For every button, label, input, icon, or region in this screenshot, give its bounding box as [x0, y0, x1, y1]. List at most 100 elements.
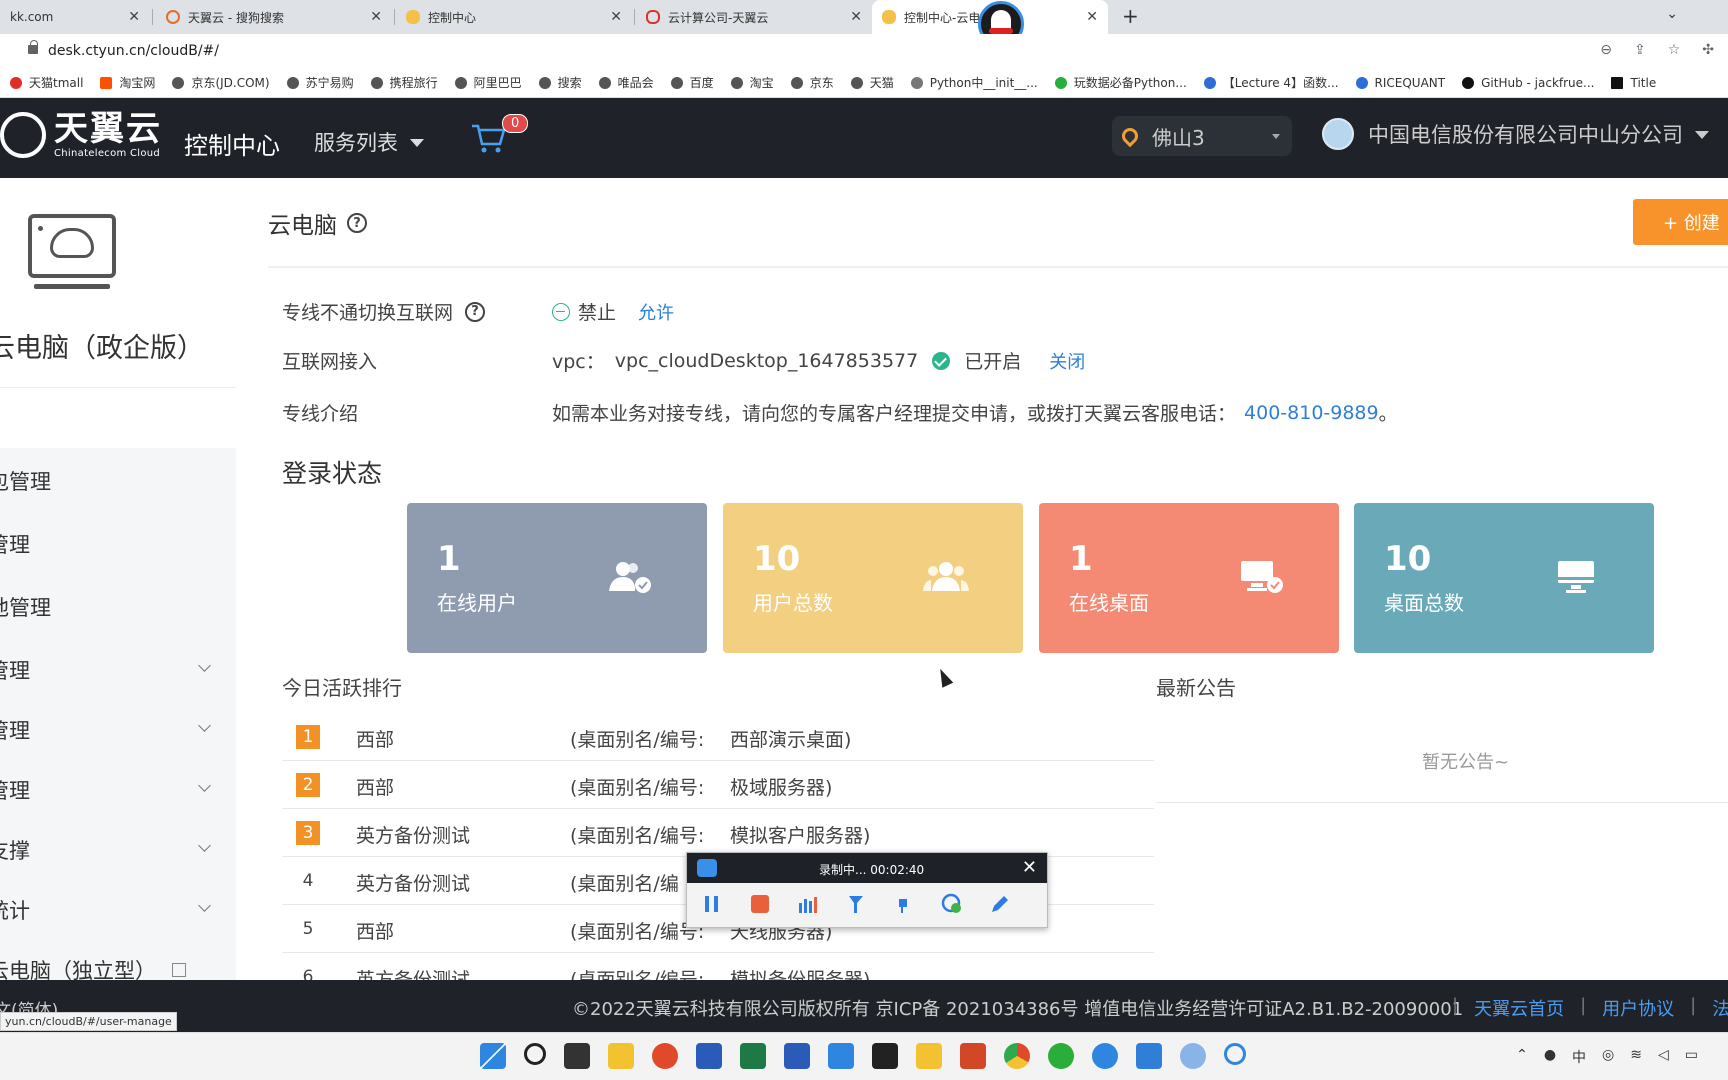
sidebar-item[interactable]: 包管理	[0, 452, 236, 510]
browser-tab[interactable]: 云计算公司-天翼云 ✕	[636, 0, 872, 34]
url-field[interactable]: desk.ctyun.cn/cloudB/#/	[48, 43, 219, 59]
bookmark-item[interactable]: 天猫tmall	[10, 74, 83, 91]
search-icon[interactable]	[524, 1043, 546, 1065]
rank-name: 西部	[356, 729, 395, 751]
bookmark-item[interactable]: 京东	[790, 74, 834, 91]
chevron-up-icon[interactable]: ⌃	[1516, 1047, 1528, 1067]
bookmark-item[interactable]: 京东(JD.COM)	[172, 74, 270, 91]
internet-access-label: 互联网接入	[282, 351, 378, 373]
browser-tab[interactable]: 天翼云 - 搜狗搜索 ✕	[156, 0, 392, 34]
extensions-icon[interactable]: ✣	[1702, 42, 1714, 58]
word-icon[interactable]	[784, 1043, 810, 1069]
console-title[interactable]: 控制中心	[184, 126, 280, 161]
sidebar-item[interactable]: 管理	[0, 761, 236, 819]
tab-search-chevron-icon[interactable]: ⌄	[1666, 6, 1678, 22]
bookmark-item[interactable]: 携程旅行	[370, 74, 438, 91]
close-icon[interactable]: ✕	[610, 9, 622, 25]
microphone-icon[interactable]	[845, 893, 867, 915]
app-icon[interactable]	[652, 1043, 678, 1069]
stat-card-total-users[interactable]: 10 用户总数	[723, 503, 1023, 653]
ctyun-logo[interactable]: 天翼云 Chinatelecom Cloud	[0, 110, 162, 159]
share-icon[interactable]: ⇪	[1634, 42, 1646, 58]
browser-tab[interactable]: 控制中心 ✕	[396, 0, 632, 34]
service-list-menu[interactable]: 服务列表	[314, 127, 424, 157]
task-view-icon[interactable]	[564, 1043, 590, 1069]
bookmark-item[interactable]: 玩数据必备Python...	[1054, 74, 1187, 91]
star-icon[interactable]: ☆	[1668, 42, 1681, 58]
stat-card-online-desktops[interactable]: 1 在线桌面	[1039, 503, 1339, 653]
bookmark-item[interactable]: 淘宝	[730, 74, 774, 91]
stat-value: 10	[753, 539, 801, 579]
close-icon[interactable]: ✕	[1086, 9, 1098, 25]
bookmark-item[interactable]: GitHub - jackfrue...	[1462, 76, 1594, 90]
bookmark-item[interactable]: 淘宝网	[100, 74, 155, 91]
cart-icon[interactable]	[470, 122, 506, 154]
bookmark-item[interactable]: 【Lecture 4】函数...	[1203, 74, 1339, 91]
sidebar-item[interactable]: 管理	[0, 701, 236, 759]
wechat-icon[interactable]	[1048, 1043, 1074, 1069]
help-icon[interactable]: ?	[347, 213, 367, 233]
create-button[interactable]: + 创建	[1633, 199, 1728, 245]
bookmark-item[interactable]: 阿里巴巴	[454, 74, 522, 91]
sidebar-item[interactable]: 支撑	[0, 821, 236, 879]
stop-icon[interactable]	[749, 893, 771, 915]
close-icon[interactable]: ✕	[850, 9, 862, 25]
bookmark-item[interactable]: Title	[1611, 76, 1656, 90]
pause-icon[interactable]	[701, 893, 723, 915]
audio-level-icon[interactable]	[797, 893, 819, 915]
zoom-icon[interactable]: ⊖	[1600, 42, 1612, 58]
file-explorer-icon[interactable]	[608, 1043, 634, 1069]
stat-card-online-users[interactable]: 1 在线用户	[407, 503, 707, 653]
browser-tab[interactable]: kk.com ✕	[0, 0, 150, 34]
recorder-titlebar[interactable]: 录制中... 00:02:40 ✕	[687, 853, 1047, 883]
new-tab-button[interactable]: +	[1122, 4, 1139, 28]
volume-icon[interactable]: ◁	[1658, 1047, 1669, 1067]
pen-icon[interactable]	[989, 893, 1011, 915]
app-icon[interactable]: ◎	[1602, 1047, 1614, 1067]
webcam-icon[interactable]	[941, 893, 963, 915]
region-selector[interactable]: 佛山3	[1112, 116, 1292, 156]
footer-link-agreement[interactable]: 用户协议	[1602, 995, 1674, 1021]
system-audio-icon[interactable]	[893, 893, 915, 915]
bookmark-item[interactable]: 天猫	[850, 74, 894, 91]
sidebar-item[interactable]: 管理	[0, 515, 236, 573]
footer-link-home[interactable]: 天翼云首页	[1474, 995, 1564, 1021]
bookmark-item[interactable]: 搜索	[538, 74, 582, 91]
app-icon[interactable]	[1092, 1043, 1118, 1069]
support-phone-link[interactable]: 400-810-9889	[1244, 402, 1379, 424]
allow-link[interactable]: 允许	[638, 299, 674, 325]
bookmark-item[interactable]: RICEQUANT	[1355, 76, 1445, 90]
chevron-down-icon	[198, 659, 211, 672]
account-menu[interactable]: 中国电信股份有限公司中山分公司	[1322, 118, 1709, 150]
close-icon[interactable]: ✕	[370, 9, 382, 25]
close-icon[interactable]: ✕	[1022, 857, 1037, 878]
input-method-icon[interactable]: 中	[1572, 1047, 1586, 1067]
footer-link-legal[interactable]: 法	[1712, 995, 1728, 1021]
microphone-icon[interactable]: ●	[1544, 1047, 1556, 1067]
app-icon[interactable]	[1136, 1043, 1162, 1069]
wifi-icon[interactable]: ≋	[1630, 1047, 1642, 1067]
bookmark-item[interactable]: 苏宁易购	[286, 74, 354, 91]
excel-icon[interactable]	[740, 1043, 766, 1069]
close-icon[interactable]: ✕	[128, 9, 140, 25]
sidebar-item[interactable]: 管理	[0, 641, 236, 699]
sidebar-item[interactable]: 池管理	[0, 578, 236, 636]
app-icon[interactable]	[872, 1043, 898, 1069]
app-icon[interactable]	[916, 1043, 942, 1069]
help-icon[interactable]: ?	[465, 301, 486, 322]
powerpoint-icon[interactable]	[960, 1043, 986, 1069]
close-internet-link[interactable]: 关闭	[1049, 348, 1085, 374]
bookmark-item[interactable]: 唯品会	[598, 74, 654, 91]
bookmark-item[interactable]: Python中__init__...	[910, 74, 1038, 91]
stat-card-total-desktops[interactable]: 10 桌面总数	[1354, 503, 1654, 653]
windows-start-icon[interactable]	[480, 1043, 506, 1069]
bookmark-item[interactable]: 百度	[670, 74, 714, 91]
sidebar-item[interactable]: 统计	[0, 881, 236, 939]
vpc-name: vpc_cloudDesktop_1647853577	[614, 349, 919, 372]
app-icon[interactable]	[828, 1043, 854, 1069]
chrome-icon[interactable]	[1004, 1043, 1030, 1069]
battery-icon[interactable]: ▭	[1685, 1047, 1698, 1067]
outlook-icon[interactable]	[696, 1043, 722, 1069]
recorder-app-icon[interactable]	[1224, 1043, 1246, 1065]
cloud-icon[interactable]	[1180, 1043, 1206, 1069]
